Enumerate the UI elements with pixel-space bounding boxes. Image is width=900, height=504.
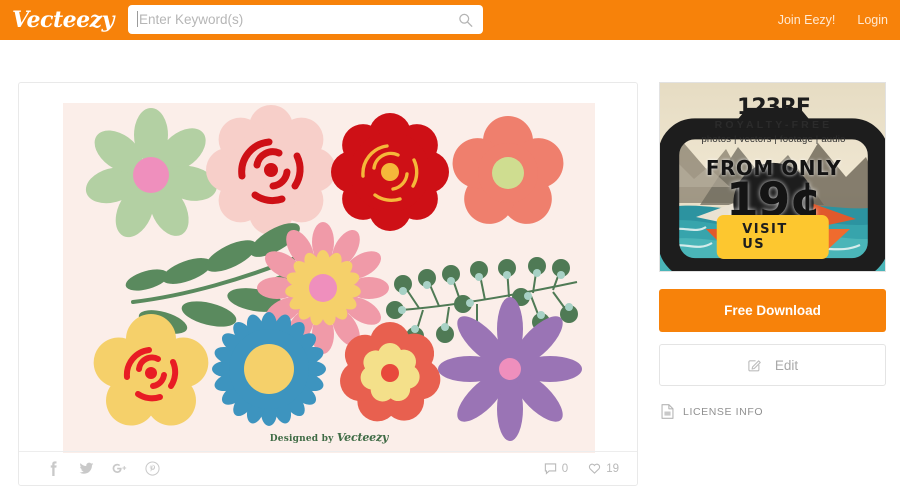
flower-illustration [63, 103, 595, 453]
ad-types-text: photos | vectors | footage | audio [701, 134, 846, 145]
search-input[interactable] [128, 12, 483, 27]
google-plus-share-button[interactable] [103, 456, 136, 482]
likes-count: 19 [606, 462, 619, 475]
ad-logo-row: 123RF [660, 95, 885, 271]
edit-button[interactable]: Edit [659, 344, 886, 386]
search-bar[interactable] [128, 5, 483, 34]
flower-crimson-rose [331, 113, 449, 231]
social-share-bar: 0 19 [19, 451, 637, 485]
join-eezy-link[interactable]: Join Eezy! [778, 13, 836, 27]
pencil-edit-icon [748, 359, 761, 371]
comment-icon [544, 463, 556, 475]
social-buttons [37, 456, 169, 482]
pinterest-share-button[interactable] [136, 456, 169, 482]
advertisement-banner[interactable]: 123RF ROYALTY-FREE photos | vectors | fo… [659, 82, 886, 272]
login-link[interactable]: Login [857, 13, 888, 27]
heart-icon [589, 463, 601, 474]
license-info-link[interactable]: LICENSE INFO [659, 404, 886, 419]
ad-royalty-text: ROYALTY-FREE [714, 119, 833, 131]
comments-count: 0 [561, 462, 569, 475]
site-header: Vecteezy Join Eezy! Login [0, 0, 900, 40]
pinterest-icon [145, 461, 160, 476]
edit-button-label: Edit [774, 357, 799, 373]
flower-blush-rose [206, 105, 336, 235]
vecteezy-logo[interactable]: Vecteezy [12, 7, 114, 33]
asset-preview-card: Designed by Vecteezy 0 19 [18, 82, 638, 486]
twitter-icon [79, 462, 94, 474]
free-download-button[interactable]: Free Download [659, 289, 886, 332]
comments-stat[interactable]: 0 [544, 462, 568, 475]
header-links: Join Eezy! Login [778, 0, 888, 40]
vecteezy-watermark: Designed by Vecteezy [63, 431, 595, 444]
sidebar: 123RF ROYALTY-FREE photos | vectors | fo… [659, 82, 886, 419]
watermark-prefix: Designed by [269, 434, 337, 444]
likes-stat[interactable]: 19 [588, 462, 619, 475]
document-icon [661, 404, 674, 419]
asset-stats: 0 19 [544, 462, 619, 475]
watermark-brand: Vecteezy [336, 431, 389, 444]
flower-purple-cosmos [438, 297, 582, 441]
license-info-label: LICENSE INFO [683, 405, 764, 418]
ad-visit-us-button[interactable]: VISIT US [716, 215, 829, 259]
facebook-share-button[interactable] [37, 456, 70, 482]
facebook-icon [50, 461, 57, 476]
google-plus-icon [112, 463, 127, 473]
search-icon[interactable] [458, 12, 473, 27]
artwork-preview-image[interactable]: Designed by Vecteezy [63, 103, 595, 453]
twitter-share-button[interactable] [70, 456, 103, 482]
search-caret [137, 11, 138, 27]
